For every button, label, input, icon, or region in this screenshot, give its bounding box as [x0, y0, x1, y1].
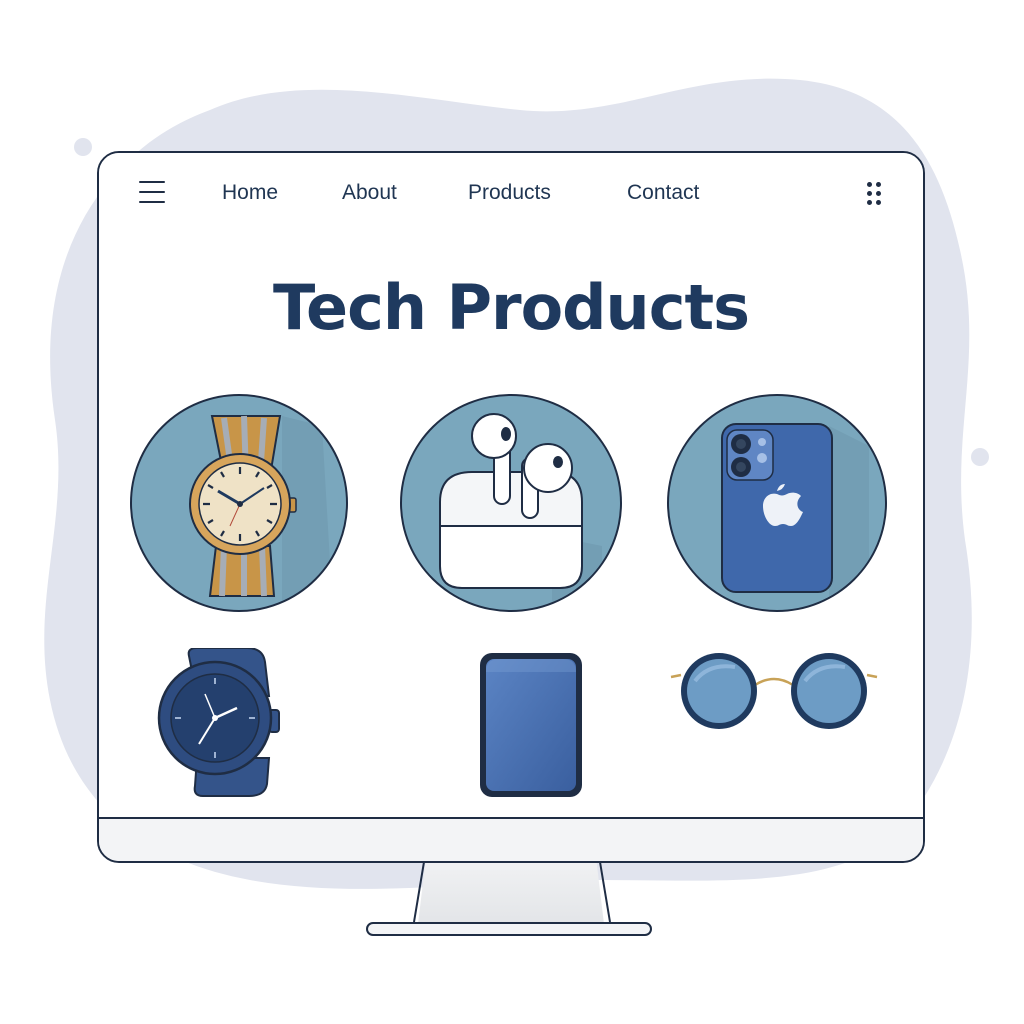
hamburger-menu-icon[interactable]: [139, 181, 165, 203]
nav-link-products[interactable]: Products: [468, 181, 551, 205]
monitor-chin: [99, 817, 923, 861]
nav-link-home[interactable]: Home: [222, 181, 278, 205]
decorative-dot: [971, 448, 989, 466]
monitor-stand-base: [366, 922, 652, 936]
sunglasses-icon: [670, 653, 878, 729]
product-card-earbuds[interactable]: [400, 394, 622, 612]
wireless-earbuds-icon: [439, 413, 602, 610]
product-card-watch[interactable]: [130, 394, 348, 612]
product-card-smartwatch[interactable]: [157, 648, 281, 798]
browser-screen: Home About Products Contact Tech Product…: [99, 153, 923, 817]
page-title: Tech Products: [272, 271, 750, 344]
smartphone-icon: [721, 423, 869, 596]
tablet-icon: [480, 653, 582, 797]
nav-link-contact[interactable]: Contact: [627, 181, 699, 205]
monitor-stand-outline: [413, 862, 611, 923]
monitor: Home About Products Contact Tech Product…: [97, 151, 925, 863]
gold-wristwatch-icon: [189, 415, 332, 610]
top-navigation: Home About Products Contact: [99, 153, 923, 233]
nav-link-about[interactable]: About: [342, 181, 397, 205]
product-card-smartphone[interactable]: [667, 394, 887, 612]
product-card-sunglasses[interactable]: [669, 651, 879, 735]
smartwatch-icon: [157, 648, 280, 797]
grid-dots-icon[interactable]: [867, 182, 885, 208]
product-card-tablet[interactable]: [479, 652, 583, 798]
decorative-dot: [74, 138, 92, 156]
